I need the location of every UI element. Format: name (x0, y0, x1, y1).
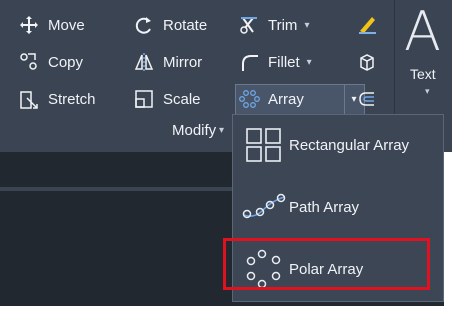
rectangular-array-item[interactable]: Rectangular Array (233, 121, 443, 169)
fillet-icon (238, 51, 260, 73)
rotate-label: Rotate (163, 16, 208, 34)
rotate-icon (133, 14, 155, 36)
mirror-label: Mirror (163, 53, 203, 71)
polar-array-highlight (223, 238, 430, 290)
text-tool-label[interactable]: Text (410, 66, 436, 82)
canvas-bottom-edge (0, 306, 460, 322)
trim-label: Trim (268, 16, 298, 34)
eraser-icon (356, 14, 378, 36)
fillet-label: Fillet (268, 53, 300, 71)
modify-panel-label[interactable]: Modify (172, 122, 216, 139)
modify-panel-caret[interactable]: ▾ (219, 125, 224, 136)
stretch-button[interactable]: Stretch (18, 86, 96, 112)
trim-button[interactable]: Trim ▾ (238, 12, 309, 38)
explode-button[interactable] (356, 49, 386, 75)
scale-icon (133, 88, 155, 110)
offset-icon (356, 88, 378, 110)
path-array-icon (239, 187, 289, 227)
mirror-button[interactable]: Mirror (133, 49, 202, 75)
erase-button[interactable] (356, 12, 386, 38)
trim-icon (238, 14, 260, 36)
rotate-button[interactable]: Rotate (133, 12, 207, 38)
offset-button[interactable] (356, 86, 386, 112)
text-tool-caret[interactable]: ▾ (425, 86, 430, 97)
copy-button[interactable]: Copy (18, 49, 83, 75)
rectangular-array-label: Rectangular Array (289, 136, 410, 154)
path-array-label: Path Array (289, 198, 360, 216)
stretch-icon (18, 88, 40, 110)
array-button[interactable]: Array (238, 86, 304, 112)
scale-label: Scale (163, 90, 201, 108)
path-array-item[interactable]: Path Array (233, 183, 443, 231)
text-tool-icon[interactable]: A (404, 0, 441, 63)
copy-label: Copy (48, 53, 84, 71)
fillet-button[interactable]: Fillet ▾ (238, 49, 312, 75)
stretch-label: Stretch (48, 90, 96, 108)
scale-button[interactable]: Scale (133, 86, 201, 112)
mirror-icon (133, 51, 155, 73)
trim-dropdown-caret[interactable]: ▾ (304, 20, 309, 31)
array-label: Array (268, 90, 304, 108)
move-button[interactable]: Move (18, 12, 85, 38)
rectangular-array-icon (239, 125, 289, 165)
move-icon (18, 14, 40, 36)
array-icon (238, 88, 260, 110)
copy-icon (18, 51, 40, 73)
fillet-dropdown-caret[interactable]: ▾ (307, 57, 312, 68)
move-label: Move (48, 16, 85, 34)
cube-icon (356, 51, 378, 73)
window-edge (452, 0, 460, 322)
